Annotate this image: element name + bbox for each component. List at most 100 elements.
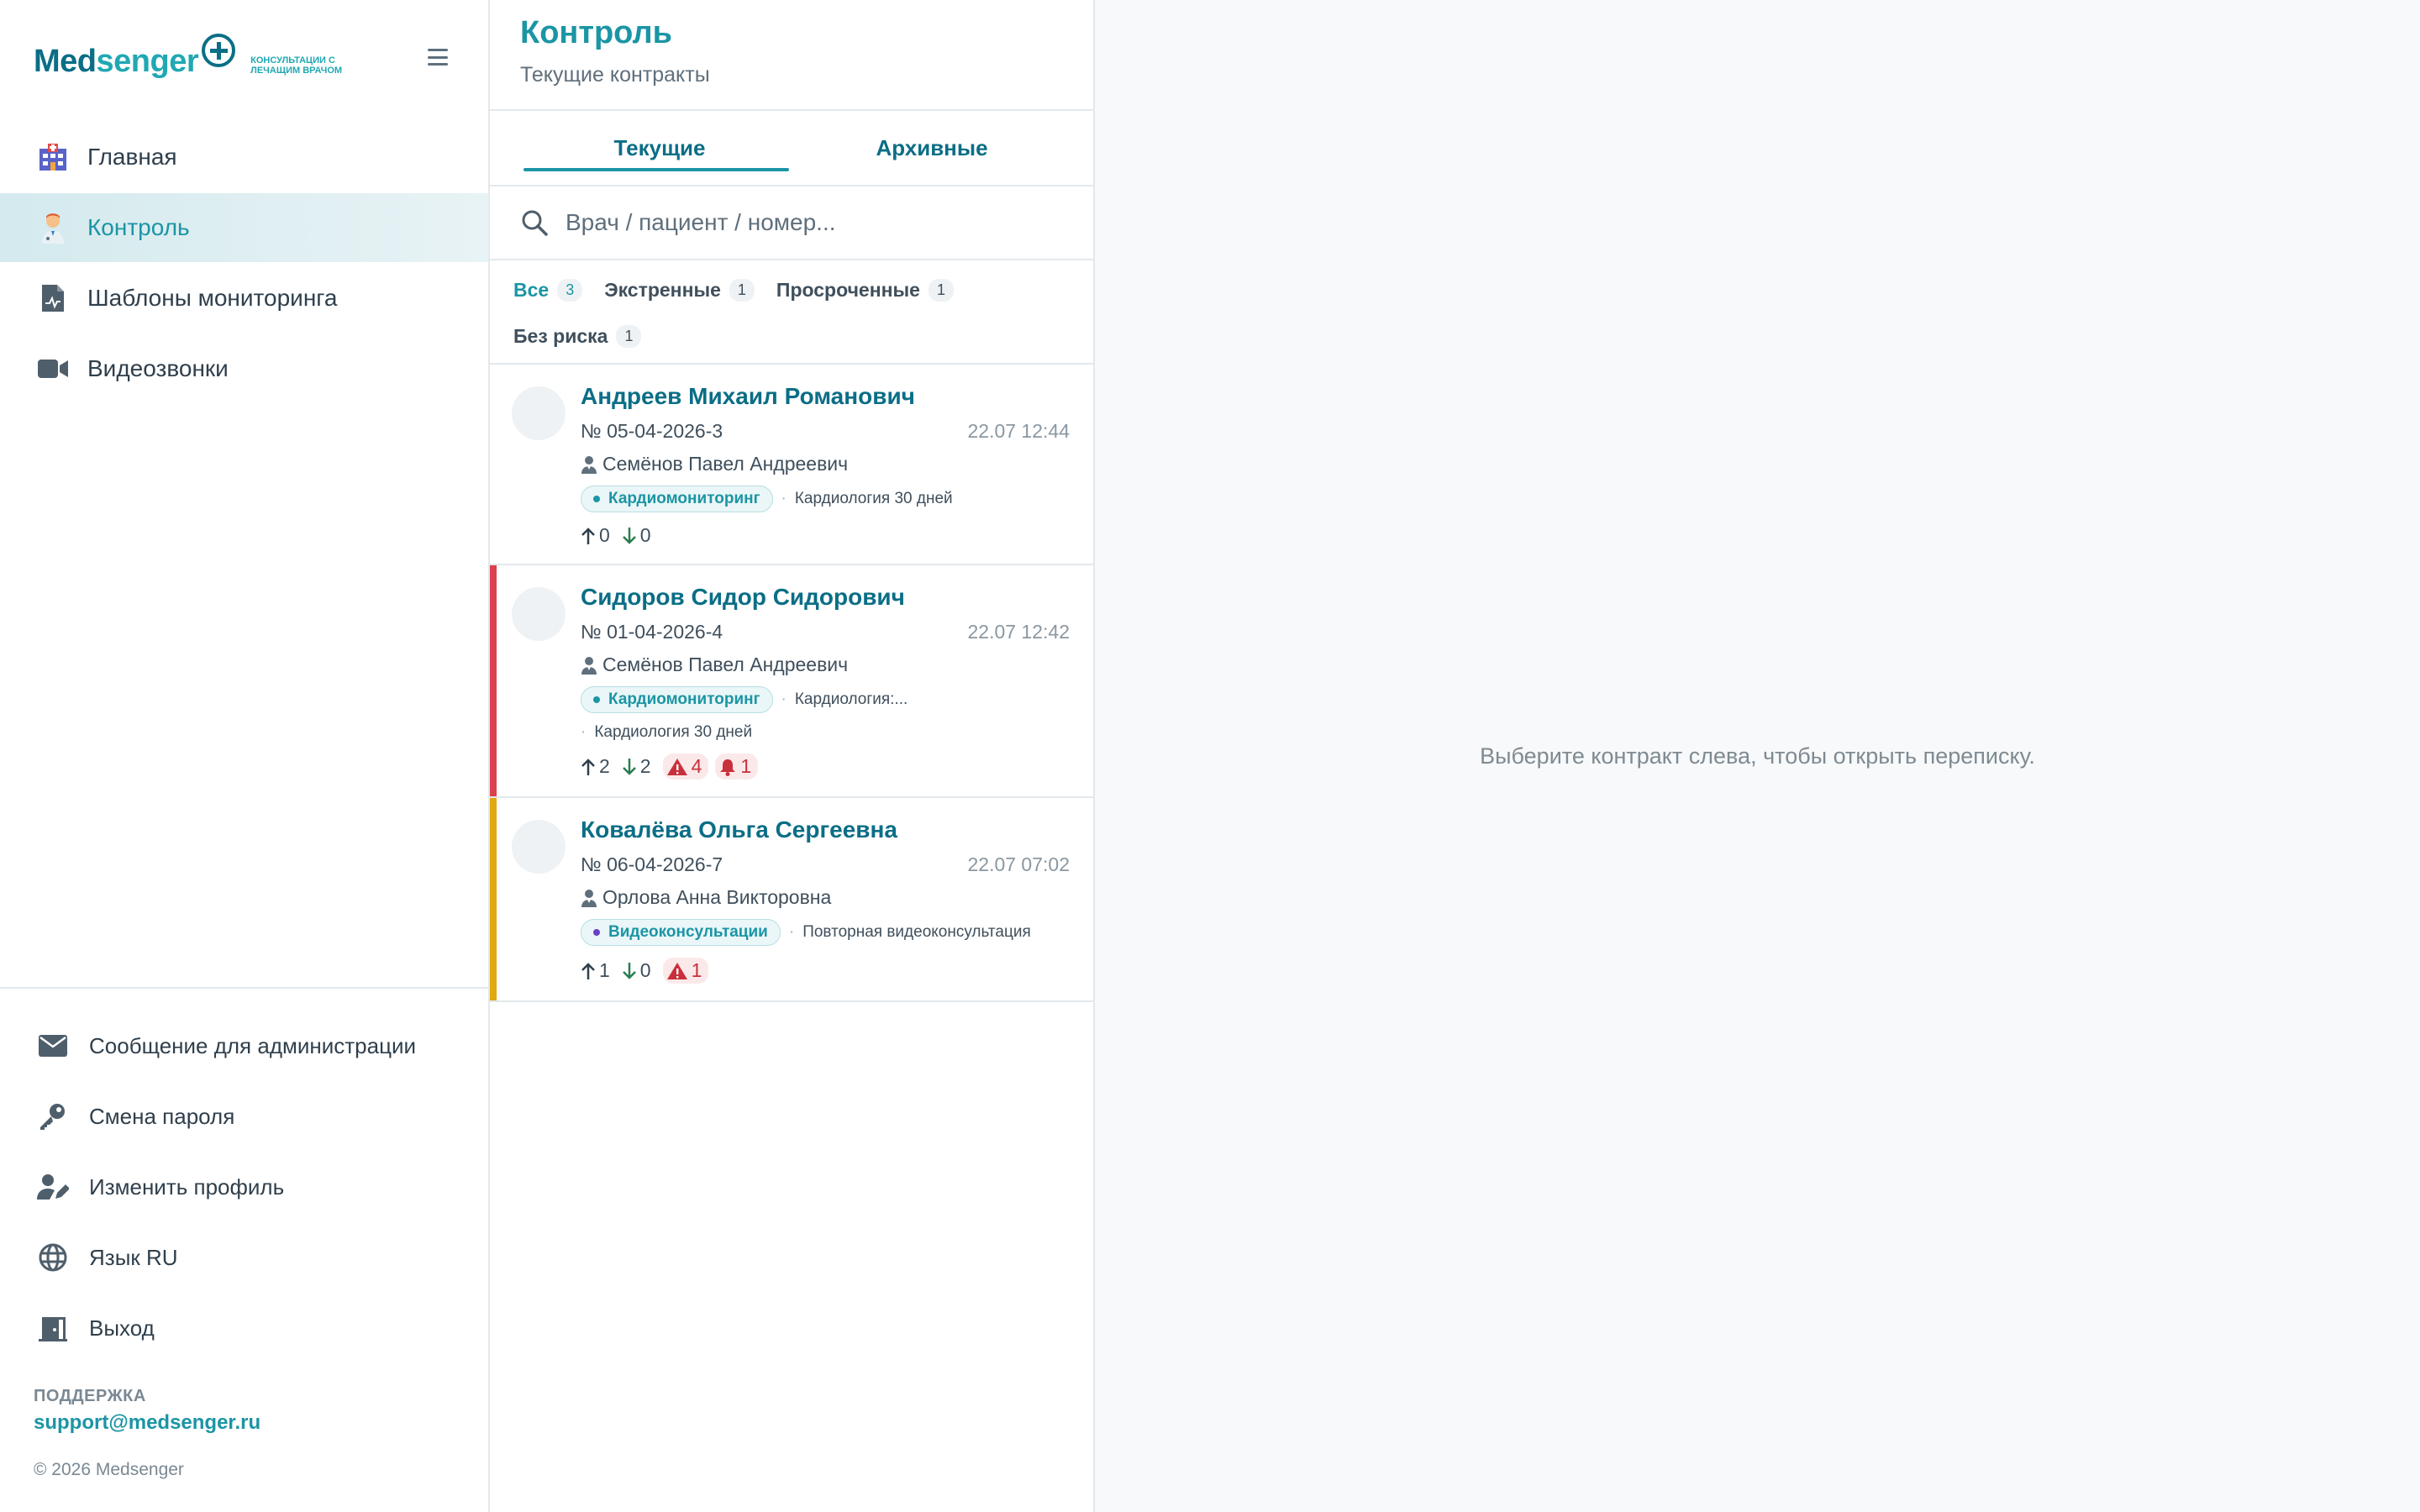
user-edit-icon xyxy=(37,1171,69,1203)
file-chart-icon xyxy=(37,282,69,314)
service-badge: Кардиомониторинг xyxy=(581,686,773,713)
last-message-time: 22.07 12:42 xyxy=(967,621,1070,643)
nav-item-monitoring-templates[interactable]: Шаблоны мониторинга xyxy=(0,264,488,333)
copyright: © 2026 Medsenger xyxy=(34,1460,184,1479)
outgoing-count: 0 xyxy=(622,524,651,547)
service-dot xyxy=(593,496,600,502)
doctor-icon xyxy=(581,656,597,675)
nav-item-videocalls[interactable]: Видеозвонки xyxy=(0,334,488,403)
contract-list: Андреев Михаил Романович № 05-04-2026-3 … xyxy=(490,365,1093,1002)
arrow-up-icon xyxy=(581,962,595,979)
sidebar-header: Medsenger Консультации с лечащим врачом xyxy=(0,0,488,123)
plan-name: Кардиология:... xyxy=(794,690,908,708)
logout-link[interactable]: Выход xyxy=(0,1293,488,1363)
filter-label: Просроченные xyxy=(776,279,920,301)
filter-count: 1 xyxy=(616,325,642,348)
change-password-label: Смена пароля xyxy=(89,1103,235,1129)
logout-label: Выход xyxy=(89,1315,155,1341)
contract-tabs: Текущие Архивные xyxy=(490,111,1093,186)
tab-current[interactable]: Текущие xyxy=(523,111,796,185)
filter-label: Все xyxy=(513,279,550,301)
logo-tagline: Консультации с лечащим врачом xyxy=(250,55,343,76)
globe-icon xyxy=(37,1242,69,1273)
doctor-icon xyxy=(581,455,597,474)
logo-wordmark: Medsenger xyxy=(34,43,199,79)
empty-state-message: Выберите контракт слева, чтобы открыть п… xyxy=(1480,743,2035,769)
logo-plus-icon xyxy=(202,34,236,67)
plan-name: Повторная видеоконсультация xyxy=(802,923,1031,941)
hospital-icon xyxy=(37,141,69,173)
edit-profile-label: Изменить профиль xyxy=(89,1173,285,1200)
contract-item[interactable]: Андреев Михаил Романович № 05-04-2026-3 … xyxy=(490,365,1093,565)
service-dot xyxy=(593,929,600,936)
page-title: Контроль xyxy=(520,15,672,50)
doctor-name: Семёнов Павел Андреевич xyxy=(602,654,849,675)
doctor-icon xyxy=(37,212,69,244)
arrow-down-icon xyxy=(622,758,636,775)
warnings-badge: 1 xyxy=(662,958,709,984)
main-nav: Главная Контроль Шаблоны мониторинга Вид… xyxy=(0,123,488,405)
filter-label: Экстренные xyxy=(604,279,721,301)
avatar xyxy=(512,587,566,641)
edit-profile-link[interactable]: Изменить профиль xyxy=(0,1152,488,1222)
support-title: ПОДДЕРЖКА xyxy=(34,1387,146,1405)
support-email-link[interactable]: support@medsenger.ru xyxy=(34,1411,260,1435)
search-icon xyxy=(522,210,548,236)
outgoing-count: 0 xyxy=(622,959,651,982)
menu-toggle-button[interactable] xyxy=(428,49,448,66)
contracts-header: Контроль Текущие контракты xyxy=(490,0,1093,111)
warnings-badge: 4 xyxy=(662,753,709,780)
arrow-up-icon xyxy=(581,527,595,544)
service-badge: Кардиомониторинг xyxy=(581,486,773,512)
contract-item[interactable]: Сидоров Сидор Сидорович № 01-04-2026-4 2… xyxy=(490,565,1093,798)
language-label: Язык RU xyxy=(89,1244,178,1270)
search-input[interactable] xyxy=(566,209,1063,236)
hamburger-icon xyxy=(428,49,448,51)
service-badge: Видеоконсультации xyxy=(581,919,781,946)
page-subtitle: Текущие контракты xyxy=(520,63,710,87)
doctor-name: Орлова Анна Викторовна xyxy=(602,886,832,908)
doctor-name: Семёнов Павел Андреевич xyxy=(602,453,849,475)
incoming-count: 1 xyxy=(581,959,610,982)
medsenger-logo[interactable]: Medsenger Консультации с лечащим врачом xyxy=(34,34,360,80)
contract-number: № 05-04-2026-3 xyxy=(581,420,723,442)
doctor-icon xyxy=(581,889,597,907)
nav-item-home[interactable]: Главная xyxy=(0,123,488,192)
service-dot xyxy=(593,696,600,703)
filter-overdue[interactable]: Просроченные 1 xyxy=(776,279,954,302)
nav-label: Главная xyxy=(87,144,177,170)
video-camera-icon xyxy=(37,353,69,385)
chat-panel: Выберите контракт слева, чтобы открыть п… xyxy=(1095,0,2420,1512)
contract-item[interactable]: Ковалёва Ольга Сергеевна № 06-04-2026-7 … xyxy=(490,798,1093,1002)
filter-no-risk[interactable]: Без риска 1 xyxy=(513,325,642,348)
patient-name: Андреев Михаил Романович xyxy=(581,383,915,409)
tab-archived[interactable]: Архивные xyxy=(796,111,1068,185)
filter-label: Без риска xyxy=(513,325,608,347)
nav-item-control[interactable]: Контроль xyxy=(0,193,488,262)
bell-icon xyxy=(720,759,736,776)
support-block: ПОДДЕРЖКА support@medsenger.ru © 2026 Me… xyxy=(0,1387,488,1480)
arrow-down-icon xyxy=(622,527,636,544)
filter-all[interactable]: Все 3 xyxy=(513,279,583,302)
last-message-time: 22.07 12:44 xyxy=(967,420,1070,442)
door-exit-icon xyxy=(37,1312,69,1344)
sidebar-bottom-menu: Сообщение для администрации Смена пароля… xyxy=(0,987,488,1480)
risk-filters: Все 3 Экстренные 1 Просроченные 1 Без ри… xyxy=(490,260,1093,365)
key-icon xyxy=(37,1100,69,1132)
avatar xyxy=(512,386,566,440)
change-password-link[interactable]: Смена пароля xyxy=(0,1081,488,1152)
app-root: Medsenger Консультации с лечащим врачом … xyxy=(0,0,2420,1512)
nav-label: Контроль xyxy=(87,214,190,240)
risk-flag-overdue xyxy=(490,798,497,1000)
filter-count: 3 xyxy=(557,279,583,302)
arrow-up-icon xyxy=(581,758,595,775)
sidebar: Medsenger Консультации с лечащим врачом … xyxy=(0,0,490,1512)
envelope-icon xyxy=(37,1030,69,1062)
risk-flag-emergency xyxy=(490,565,497,796)
admin-message-link[interactable]: Сообщение для администрации xyxy=(0,1011,488,1081)
contracts-panel: Контроль Текущие контракты Текущие Архив… xyxy=(490,0,1095,1512)
filter-emergency[interactable]: Экстренные 1 xyxy=(604,279,755,302)
patient-name: Ковалёва Ольга Сергеевна xyxy=(581,816,897,843)
language-switch[interactable]: Язык RU xyxy=(0,1222,488,1293)
patient-name: Сидоров Сидор Сидорович xyxy=(581,584,905,610)
